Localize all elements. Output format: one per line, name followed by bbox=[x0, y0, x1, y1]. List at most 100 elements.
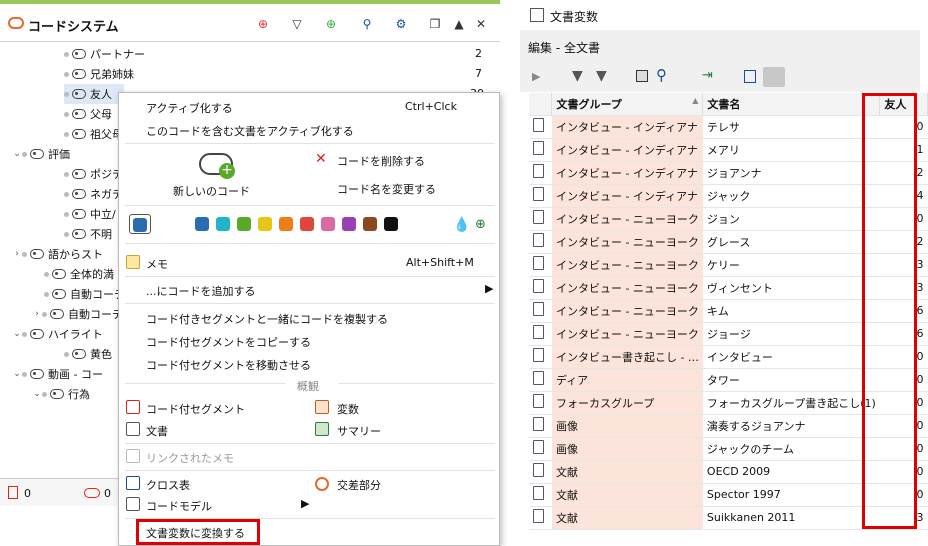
tree-item[interactable]: ⌄ 行為 bbox=[32, 384, 90, 404]
documents-view-icon[interactable] bbox=[744, 70, 756, 83]
name-cell[interactable]: Spector 1997 bbox=[702, 483, 880, 507]
tree-item[interactable]: ネガテ bbox=[64, 184, 123, 204]
group-cell[interactable]: ディア bbox=[551, 368, 703, 392]
name-cell[interactable]: ジョアンナ bbox=[702, 161, 880, 185]
add-color-icon[interactable]: ⊕ bbox=[475, 217, 486, 232]
name-cell[interactable]: ケリー bbox=[702, 253, 880, 277]
group-cell[interactable]: インタビュー - ニューヨーク bbox=[551, 207, 703, 231]
activate-codes-icon[interactable]: ⊕ bbox=[254, 16, 272, 32]
group-cell[interactable]: インタビュー - インディアナ bbox=[551, 161, 703, 185]
menu-new-code[interactable]: 新しいのコード bbox=[173, 183, 250, 199]
menu-memo[interactable]: メモ bbox=[146, 256, 168, 272]
col-group-header[interactable]: 文書グループ ▲ bbox=[551, 93, 704, 116]
name-cell[interactable]: メアリ bbox=[702, 138, 880, 162]
group-cell[interactable]: インタビュー - インディアナ bbox=[551, 184, 703, 208]
group-cell[interactable]: インタビュー - インディアナ bbox=[551, 115, 703, 139]
group-cell[interactable]: インタビュー - ニューヨーク bbox=[551, 230, 703, 254]
menu-activate-docs[interactable]: このコードを含む文書をアクティブ化する bbox=[146, 123, 354, 139]
menu-delete-code[interactable]: コードを削除する bbox=[337, 153, 425, 169]
menu-move-segments[interactable]: コード付セグメントを移動させる bbox=[146, 357, 311, 373]
undock-icon[interactable]: ❐ bbox=[426, 16, 444, 32]
menu-copy-segments[interactable]: コード付セグメントをコピーする bbox=[146, 334, 311, 350]
search-icon[interactable]: ⚲ bbox=[358, 16, 376, 32]
tree-item[interactable]: パートナー bbox=[64, 44, 145, 64]
menu-duplicate[interactable]: コード付きセグメントと一緒にコードを複製する bbox=[146, 311, 388, 327]
name-cell[interactable]: ジョン bbox=[702, 207, 880, 231]
color-swatch[interactable] bbox=[279, 217, 293, 231]
new-code-icon[interactable]: ⊕ bbox=[322, 16, 340, 32]
name-cell[interactable]: フォーカスグループ書き起こし(1) bbox=[702, 391, 880, 415]
variables-view-icon[interactable] bbox=[763, 67, 785, 87]
color-swatch[interactable] bbox=[342, 217, 356, 231]
chevron-icon[interactable]: ⌄ bbox=[12, 149, 22, 159]
tree-item[interactable]: 祖父母 bbox=[64, 124, 123, 144]
color-swatch[interactable] bbox=[237, 217, 251, 231]
tree-item[interactable]: 全体的満 bbox=[44, 264, 114, 284]
group-cell[interactable]: インタビュー - インディアナ bbox=[551, 138, 703, 162]
gear-icon[interactable]: ⚙ bbox=[392, 16, 410, 32]
group-cell[interactable]: 画像 bbox=[551, 437, 703, 461]
chevron-icon[interactable]: ⌄ bbox=[12, 369, 22, 379]
menu-coded-segments[interactable]: コード付セグメント bbox=[146, 401, 245, 417]
group-cell[interactable]: インタビュー - ニューヨーク bbox=[551, 299, 703, 323]
tree-item[interactable]: › 自動コーデ bbox=[32, 304, 123, 324]
group-cell[interactable]: 文献 bbox=[551, 506, 703, 530]
chevron-icon[interactable]: › bbox=[32, 309, 42, 319]
name-cell[interactable]: テレサ bbox=[702, 115, 880, 139]
chevron-icon[interactable]: › bbox=[12, 249, 22, 259]
name-cell[interactable]: グレース bbox=[702, 230, 880, 254]
search-icon[interactable]: ⚲ bbox=[656, 66, 667, 84]
col-name-header[interactable]: 文書名 bbox=[702, 93, 881, 116]
color-swatch[interactable] bbox=[384, 217, 398, 231]
color-swatch[interactable] bbox=[321, 217, 335, 231]
tree-item[interactable]: 中立/ bbox=[64, 204, 116, 224]
tree-item[interactable]: ⌄ 動画 - コー bbox=[12, 364, 103, 384]
activate-icon[interactable]: ▶ bbox=[532, 70, 540, 83]
name-cell[interactable]: OECD 2009 bbox=[702, 460, 880, 484]
group-cell[interactable]: 画像 bbox=[551, 414, 703, 438]
group-cell[interactable]: インタビュー - ニューヨーク bbox=[551, 322, 703, 346]
name-cell[interactable]: インタビュー bbox=[702, 345, 880, 369]
tree-item[interactable]: 友人 bbox=[64, 84, 124, 104]
tree-item[interactable]: › 語からスト bbox=[12, 244, 103, 264]
filter-icon[interactable]: ▼ bbox=[572, 68, 583, 84]
name-cell[interactable]: ジャック bbox=[702, 184, 880, 208]
group-cell[interactable]: 文献 bbox=[551, 460, 703, 484]
name-cell[interactable]: ジャックのチーム bbox=[702, 437, 880, 461]
group-cell[interactable]: インタビュー - ニューヨーク bbox=[551, 276, 703, 300]
tree-item[interactable]: 不明 bbox=[64, 224, 112, 244]
menu-add-code[interactable]: ...にコードを追加する bbox=[146, 283, 256, 299]
menu-intersection[interactable]: 交差部分 bbox=[337, 477, 381, 493]
color-swatch[interactable] bbox=[363, 217, 377, 231]
group-cell[interactable]: インタビュー - ニューヨーク bbox=[551, 253, 703, 277]
drop-icon[interactable]: 💧 bbox=[453, 217, 470, 233]
name-cell[interactable]: タワー bbox=[702, 368, 880, 392]
tree-item[interactable]: ⌄ ハイライト bbox=[12, 324, 103, 344]
chevron-icon[interactable]: ⌄ bbox=[32, 389, 42, 399]
export-icon[interactable]: ⇥ bbox=[702, 68, 713, 83]
menu-activate[interactable]: アクティブ化する bbox=[146, 100, 233, 116]
menu-crosstab[interactable]: クロス表 bbox=[146, 477, 190, 493]
group-cell[interactable]: フォーカスグループ bbox=[551, 391, 703, 415]
tree-item[interactable]: 自動コーデ bbox=[44, 284, 125, 304]
name-cell[interactable]: キム bbox=[702, 299, 880, 323]
color-swatch[interactable] bbox=[195, 217, 209, 231]
menu-summary[interactable]: サマリー bbox=[337, 423, 381, 439]
filter-icon[interactable]: ▽ bbox=[288, 16, 306, 32]
group-cell[interactable]: インタビュー書き起こし - … bbox=[551, 345, 703, 369]
name-cell[interactable]: 演奏するジョアンナ bbox=[702, 414, 880, 438]
name-cell[interactable]: ヴィンセント bbox=[702, 276, 880, 300]
color-swatch[interactable] bbox=[216, 217, 230, 231]
tree-item[interactable]: ⌄ 評価 bbox=[12, 144, 70, 164]
menu-documents[interactable]: 文書 bbox=[146, 423, 168, 439]
name-cell[interactable]: ジョージ bbox=[702, 322, 880, 346]
close-icon[interactable]: ✕ bbox=[472, 16, 490, 32]
tree-item[interactable]: 黄色 bbox=[64, 344, 112, 364]
tree-item[interactable]: 父母 bbox=[64, 104, 112, 124]
color-swatch[interactable] bbox=[300, 217, 314, 231]
chevron-icon[interactable]: ⌄ bbox=[12, 329, 22, 339]
collapse-icon[interactable]: ▲ bbox=[450, 16, 468, 32]
menu-code-model[interactable]: コードモデル bbox=[146, 498, 212, 514]
tree-item[interactable]: ポジテ bbox=[64, 164, 123, 184]
menu-rename-code[interactable]: コード名を変更する bbox=[337, 181, 436, 197]
